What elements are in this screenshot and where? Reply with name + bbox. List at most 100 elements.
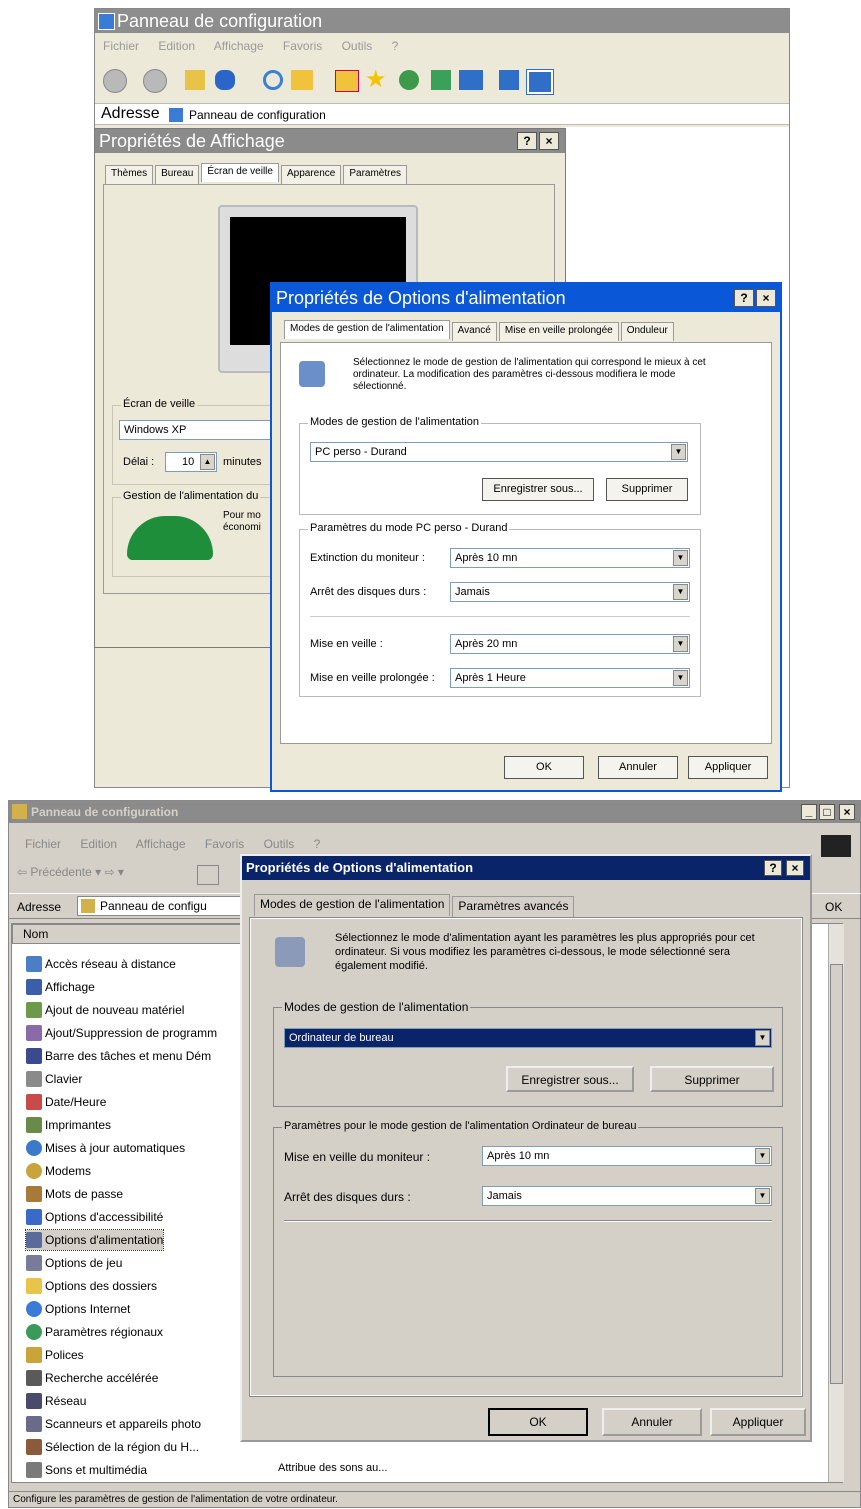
- tab-advanced-settings[interactable]: Paramètres avancés: [452, 896, 575, 918]
- top-delete-button[interactable]: Supprimer: [606, 478, 688, 501]
- list-item[interactable]: Options Internet: [26, 1299, 130, 1319]
- menu-help[interactable]: ?: [392, 39, 399, 53]
- list-item[interactable]: Options des dossiers: [26, 1276, 157, 1296]
- bottom-delete-button[interactable]: Supprimer: [650, 1066, 774, 1092]
- tab-power-schemes[interactable]: Modes de gestion de l'alimentation: [254, 894, 451, 916]
- screensaver-select[interactable]: Windows XP: [119, 420, 279, 440]
- tab-power-schemes[interactable]: Modes de gestion de l'alimentation: [284, 320, 450, 339]
- chevron-down-icon[interactable]: ▼: [673, 550, 688, 566]
- print-icon[interactable]: [499, 70, 519, 90]
- top-ok-button[interactable]: OK: [504, 756, 584, 779]
- list-item[interactable]: Paramètres régionaux: [26, 1322, 163, 1342]
- top-window-titlebar[interactable]: Panneau de configuration: [95, 9, 789, 33]
- chevron-down-icon[interactable]: ▼: [755, 1148, 770, 1164]
- bottom-disks-select[interactable]: Jamais ▼: [482, 1186, 772, 1206]
- top-power-titlebar[interactable]: Propriétés de Options d'alimentation: [272, 284, 780, 312]
- bottom-save-as-button[interactable]: Enregistrer sous...: [506, 1066, 634, 1092]
- chevron-down-icon[interactable]: ▼: [755, 1188, 770, 1204]
- menu-edition[interactable]: Edition: [158, 39, 195, 53]
- list-item[interactable]: Options de jeu: [26, 1253, 122, 1273]
- chevron-down-icon[interactable]: ▼: [755, 1030, 770, 1046]
- list-item[interactable]: Ajout/Suppression de programm: [26, 1023, 217, 1043]
- back-arrow-icon[interactable]: ⇦: [17, 865, 30, 879]
- list-item[interactable]: Affichage: [26, 977, 95, 997]
- edit-icon[interactable]: [459, 70, 483, 90]
- list-item[interactable]: Polices: [26, 1345, 84, 1365]
- list-item[interactable]: Accès réseau à distance: [26, 954, 176, 974]
- column-header[interactable]: Nom: [12, 924, 252, 944]
- go-button[interactable]: OK: [825, 900, 842, 914]
- search-icon[interactable]: [263, 70, 283, 90]
- tab-themes[interactable]: Thèmes: [105, 165, 154, 184]
- list-item[interactable]: Scanneurs et appareils photo: [26, 1414, 201, 1434]
- menu-affichage[interactable]: Affichage: [214, 39, 264, 53]
- address-field[interactable]: Panneau de configu: [77, 896, 247, 916]
- maximize-button[interactable]: □: [819, 804, 835, 820]
- list-item[interactable]: Mots de passe: [26, 1184, 123, 1204]
- list-item[interactable]: Clavier: [26, 1069, 82, 1089]
- menu-fichier[interactable]: Fichier: [103, 39, 139, 53]
- back-icon[interactable]: [103, 69, 127, 93]
- spinner-arrows-icon[interactable]: ▲: [200, 454, 215, 470]
- minimize-button[interactable]: _: [801, 804, 817, 820]
- bottom-ok-button[interactable]: OK: [488, 1408, 588, 1436]
- tab-ups[interactable]: Onduleur: [620, 322, 674, 341]
- chevron-down-icon[interactable]: ▼: [673, 636, 688, 652]
- top-cancel-button[interactable]: Annuler: [598, 756, 678, 779]
- menu-favoris[interactable]: Favoris: [205, 837, 244, 851]
- back-label[interactable]: Précédente: [30, 865, 91, 879]
- list-item[interactable]: Recherche accélérée: [26, 1368, 158, 1388]
- list-item[interactable]: Imprimantes: [26, 1115, 111, 1135]
- list-item[interactable]: Sons et multimédia: [26, 1460, 147, 1480]
- monitor-standby-select[interactable]: Après 10 mn ▼: [482, 1146, 772, 1166]
- monitor-off-select[interactable]: Après 10 mn ▼: [450, 548, 690, 568]
- bottom-scheme-select[interactable]: Ordinateur de bureau ▼: [284, 1028, 772, 1048]
- tab-screensaver[interactable]: Écran de veille: [201, 163, 279, 182]
- chevron-down-icon[interactable]: ▼: [673, 584, 688, 600]
- display-help-button[interactable]: ?: [517, 132, 537, 150]
- menu-affichage[interactable]: Affichage: [136, 837, 186, 851]
- bottom-power-help-button[interactable]: ?: [764, 860, 782, 876]
- top-power-help-button[interactable]: ?: [734, 289, 754, 307]
- views-icon[interactable]: [526, 69, 554, 95]
- top-scheme-select[interactable]: PC perso - Durand ▼: [310, 442, 688, 462]
- list-item[interactable]: Mises à jour automatiques: [26, 1138, 185, 1158]
- list-item-selected[interactable]: Options d'alimentation: [24, 1229, 165, 1251]
- delay-spinner[interactable]: 10 ▲: [165, 452, 217, 472]
- favorites-icon[interactable]: ★: [365, 68, 387, 92]
- top-apply-button[interactable]: Appliquer: [688, 756, 768, 779]
- bottom-apply-button[interactable]: Appliquer: [710, 1408, 806, 1436]
- bottom-cancel-button[interactable]: Annuler: [602, 1408, 702, 1436]
- hibernate-select[interactable]: Après 1 Heure ▼: [450, 668, 690, 688]
- forward-icon[interactable]: [143, 69, 167, 93]
- list-item[interactable]: Options d'accessibilité: [26, 1207, 163, 1227]
- menu-outils[interactable]: Outils: [342, 39, 373, 53]
- list-item[interactable]: Date/Heure: [26, 1092, 106, 1112]
- chevron-down-icon[interactable]: ▼: [673, 670, 688, 686]
- list-item[interactable]: Modems: [26, 1161, 91, 1181]
- tab-bureau[interactable]: Bureau: [155, 165, 200, 184]
- tab-settings[interactable]: Paramètres: [343, 165, 408, 184]
- standby-select[interactable]: Après 20 mn ▼: [450, 634, 690, 654]
- history-icon[interactable]: [335, 70, 359, 92]
- list-item[interactable]: Sélection de la région du H...: [26, 1437, 199, 1457]
- undo-icon[interactable]: [215, 70, 235, 90]
- top-save-as-button[interactable]: Enregistrer sous...: [482, 478, 594, 501]
- menu-fichier[interactable]: Fichier: [25, 837, 61, 851]
- tab-hibernate[interactable]: Mise en veille prolongée: [498, 322, 619, 341]
- menu-edition[interactable]: Edition: [80, 837, 117, 851]
- list-item[interactable]: Barre des tâches et menu Dém: [26, 1046, 211, 1066]
- list-item[interactable]: Réseau: [26, 1391, 86, 1411]
- tab-advanced[interactable]: Avancé: [451, 322, 497, 341]
- folders-icon[interactable]: [291, 70, 313, 90]
- bottom-window-titlebar[interactable]: Panneau de configuration: [9, 801, 861, 823]
- scroll-thumb[interactable]: [830, 964, 843, 1384]
- media-icon[interactable]: [399, 70, 419, 90]
- vertical-scrollbar[interactable]: [828, 924, 844, 1482]
- chevron-down-icon[interactable]: ▼: [671, 444, 686, 460]
- window-close-button[interactable]: ×: [839, 804, 855, 820]
- refresh-icon[interactable]: [431, 70, 451, 90]
- top-power-close-button[interactable]: ×: [756, 289, 776, 307]
- disks-off-select[interactable]: Jamais ▼: [450, 582, 690, 602]
- forward-arrow-icon[interactable]: ▾ ⇨ ▾: [95, 865, 124, 879]
